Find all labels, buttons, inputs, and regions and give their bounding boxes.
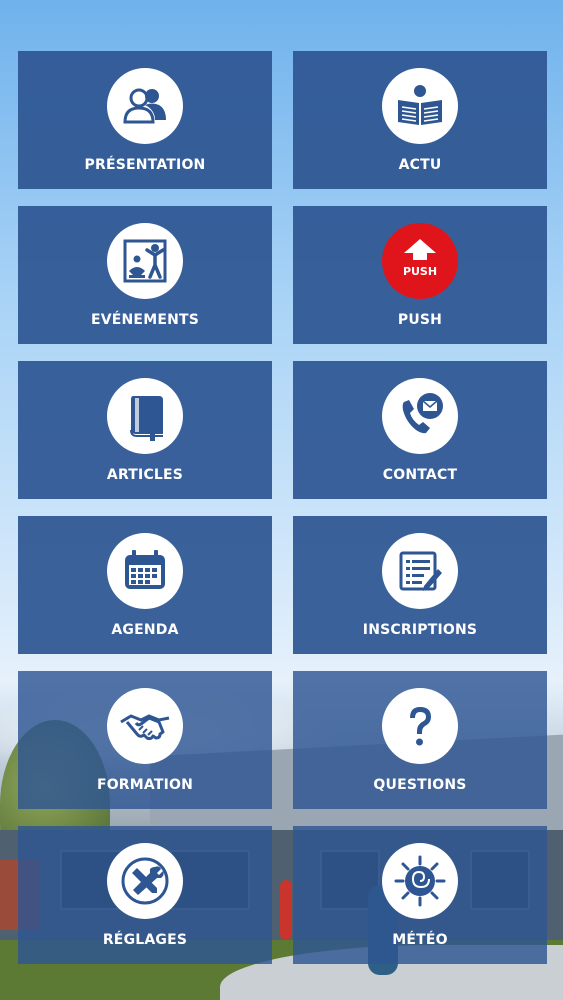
tile-push[interactable]: PUSH PUSH xyxy=(293,206,547,344)
tools-icon xyxy=(107,843,183,919)
tile-evenements[interactable]: EVÉNEMENTS xyxy=(18,206,272,344)
tile-label: QUESTIONS xyxy=(373,777,467,793)
tile-label: EVÉNEMENTS xyxy=(90,312,200,328)
tile-formation[interactable]: FORMATION xyxy=(18,671,272,809)
phone-mail-icon xyxy=(382,378,458,454)
sun-icon xyxy=(382,843,458,919)
events-icon xyxy=(107,223,183,299)
tile-label: INSCRIPTIONS xyxy=(362,622,478,638)
calendar-icon xyxy=(107,533,183,609)
tile-questions[interactable]: QUESTIONS xyxy=(293,671,547,809)
tile-label: AGENDA xyxy=(111,622,179,638)
push-icon: PUSH xyxy=(382,223,458,299)
book-icon xyxy=(107,378,183,454)
tile-label: PUSH xyxy=(397,312,443,328)
tile-label: FORMATION xyxy=(96,777,194,793)
tile-inscriptions[interactable]: INSCRIPTIONS xyxy=(293,516,547,654)
tile-reglages[interactable]: RÉGLAGES xyxy=(18,826,272,964)
handshake-icon xyxy=(107,688,183,764)
tile-label: ARTICLES xyxy=(106,467,184,483)
tile-label: PRÉSENTATION xyxy=(84,157,206,173)
tile-articles[interactable]: ARTICLES xyxy=(18,361,272,499)
form-pencil-icon xyxy=(382,533,458,609)
tile-contact[interactable]: CONTACT xyxy=(293,361,547,499)
newspaper-icon xyxy=(382,68,458,144)
tile-label: RÉGLAGES xyxy=(102,932,188,948)
tile-presentation[interactable]: PRÉSENTATION xyxy=(18,51,272,189)
people-icon xyxy=(107,68,183,144)
tile-label: ACTU xyxy=(398,157,442,173)
tile-label: CONTACT xyxy=(382,467,458,483)
tile-actu[interactable]: ACTU xyxy=(293,51,547,189)
push-icon-text: PUSH xyxy=(403,265,437,278)
tile-agenda[interactable]: AGENDA xyxy=(18,516,272,654)
menu-grid: PRÉSENTATION ACTU EVÉNEMENTS PUSH PUSH A… xyxy=(18,51,547,964)
tile-label: MÉTÉO xyxy=(392,932,448,948)
tile-meteo[interactable]: MÉTÉO xyxy=(293,826,547,964)
question-icon xyxy=(382,688,458,764)
